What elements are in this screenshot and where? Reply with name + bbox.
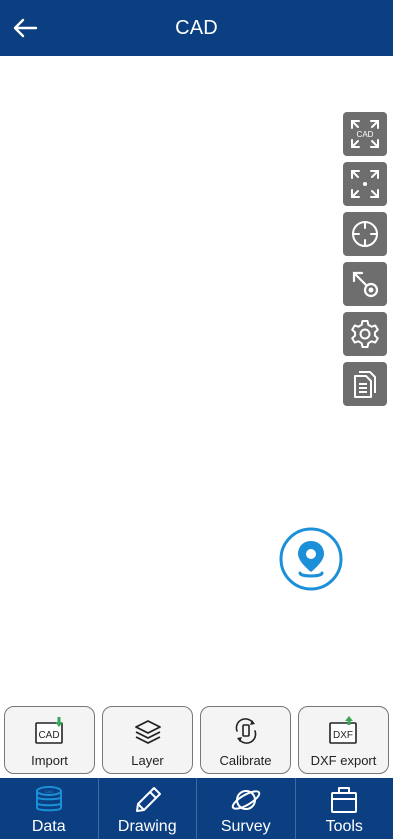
- page-title: CAD: [175, 16, 218, 39]
- document-list-icon: [354, 371, 376, 398]
- layer-button[interactable]: Layer: [102, 706, 193, 774]
- right-toolbar: CAD: [343, 112, 389, 412]
- bottom-navigation: CAD Data Drawing Survey Tools: [0, 778, 393, 839]
- database-icon: CAD: [35, 786, 62, 812]
- app-header: CAD: [0, 0, 393, 56]
- location-pin-icon: [279, 527, 343, 591]
- dxf-export-label: DXF export: [310, 753, 377, 768]
- crosshair-icon: [352, 221, 378, 247]
- import-label: Import: [31, 753, 68, 768]
- calibrate-button[interactable]: Calibrate: [200, 706, 291, 774]
- layers-icon: [134, 720, 161, 744]
- dxf-export-button[interactable]: DXF DXF export: [298, 706, 389, 774]
- nav-tools-label: Tools: [325, 818, 363, 835]
- cad-extent-label: CAD: [357, 130, 374, 139]
- nav-survey[interactable]: Survey: [197, 778, 296, 839]
- pen-icon: [136, 787, 162, 812]
- nav-data-label: Data: [31, 818, 66, 835]
- nav-drawing[interactable]: Drawing: [99, 778, 197, 839]
- cad-import-icon: CAD: [34, 717, 63, 744]
- nav-tools[interactable]: Tools: [296, 778, 393, 839]
- calibrate-label: Calibrate: [219, 753, 272, 768]
- arrow-left-icon: [13, 18, 38, 38]
- import-button[interactable]: CAD Import: [4, 706, 95, 774]
- goto-point-icon: [352, 271, 379, 298]
- cad-extent-button[interactable]: CAD: [343, 112, 387, 156]
- dxf-icon-label: DXF: [333, 730, 353, 741]
- locate-button[interactable]: [278, 526, 344, 592]
- calibrate-icon: [235, 718, 256, 744]
- svg-text:CAD: CAD: [45, 789, 54, 794]
- full-extent-button[interactable]: [343, 162, 387, 206]
- goto-point-button[interactable]: [343, 262, 387, 306]
- settings-button[interactable]: [343, 312, 387, 356]
- dxf-export-icon: DXF: [328, 716, 357, 744]
- cad-extent-icon: CAD: [351, 120, 379, 148]
- data-subtoolbar: CAD Import Layer Calibrate DXF DXF expor…: [0, 706, 393, 778]
- import-icon-label: CAD: [38, 730, 59, 741]
- settings-icon: [351, 320, 379, 348]
- layer-label: Layer: [131, 753, 164, 768]
- document-list-button[interactable]: [343, 362, 387, 406]
- nav-data[interactable]: CAD Data: [0, 778, 99, 839]
- back-button[interactable]: [10, 13, 40, 43]
- cad-canvas[interactable]: [0, 56, 393, 706]
- crosshair-button[interactable]: [343, 212, 387, 256]
- survey-icon: [231, 790, 260, 810]
- toolbox-icon: [331, 787, 358, 813]
- nav-drawing-label: Drawing: [117, 818, 177, 835]
- full-extent-icon: [351, 170, 379, 198]
- nav-survey-label: Survey: [220, 818, 271, 835]
